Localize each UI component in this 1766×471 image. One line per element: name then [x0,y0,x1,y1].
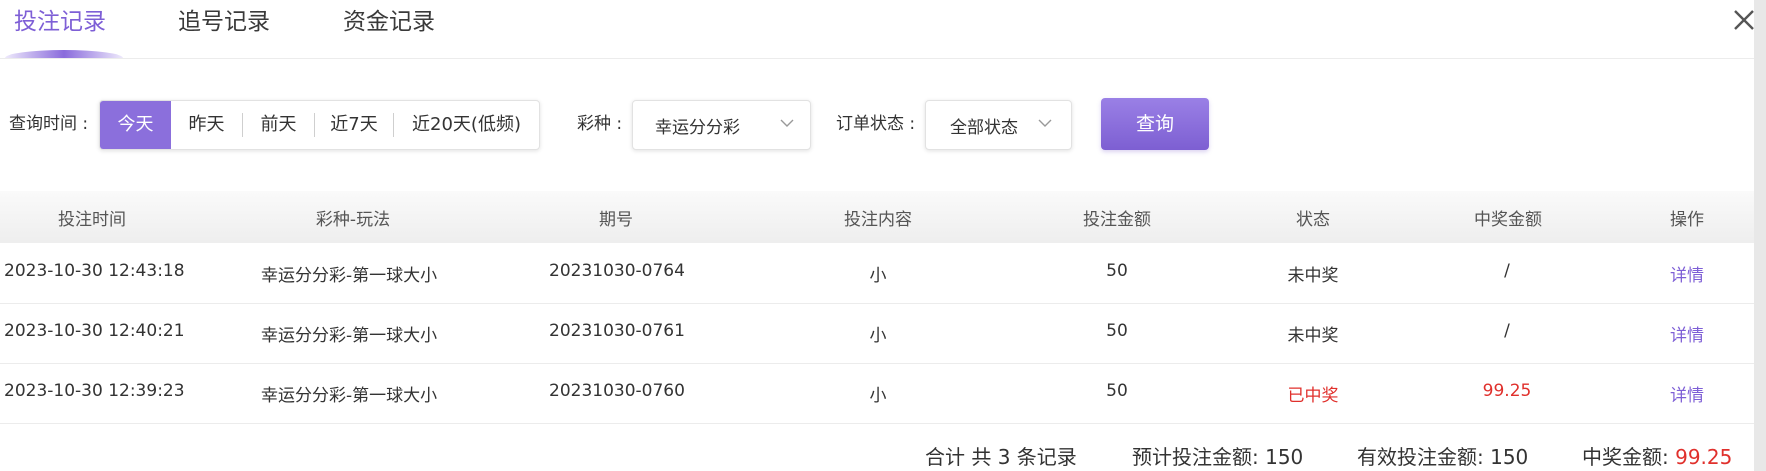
tab-fund-records[interactable]: 资金记录 [343,2,435,42]
details-link[interactable]: 详情 [1670,261,1704,286]
tab-bet-records[interactable]: 投注记录 [14,2,106,42]
issue-number: 20231030-0761 [549,321,685,341]
bet-records-dialog: 投注记录 追号记录 资金记录 查询时间 : 今天 昨天 前天 近7天 近20天(… [0,0,1766,471]
valid-bet-label: 有效投注金额: [1357,445,1491,469]
bet-amount: 50 [1106,321,1128,341]
record-count: 合计 共 3 条记录 [925,445,1077,469]
prize-amount: / [1504,261,1510,281]
valid-bet-value: 150 [1490,445,1529,469]
valid-bet-total: 有效投注金额: 150 [1357,441,1528,470]
date-option-7-days[interactable]: 近7天 [315,101,393,149]
details-link[interactable]: 详情 [1670,381,1704,406]
date-option-20-days[interactable]: 近20天(低频) [394,101,539,149]
lottery-select[interactable]: 幸运分分彩 [632,100,811,150]
prize-total-value: 99.25 [1675,445,1733,469]
table-row: 2023-10-30 12:43:18 幸运分分彩-第一球大小 20231030… [0,243,1754,304]
issue-number: 20231030-0764 [549,261,685,281]
lottery-play: 幸运分分彩-第一球大小 [261,266,438,286]
order-status-select[interactable]: 全部状态 [925,100,1072,150]
bet-amount: 50 [1106,381,1128,401]
expected-bet-value: 150 [1265,445,1304,469]
chevron-down-icon [780,119,794,127]
bet-amount: 50 [1106,261,1128,281]
table-header: 投注时间 彩种-玩法 期号 投注内容 投注金额 状态 中奖金额 操作 [0,191,1754,243]
expected-bet-total: 预计投注金额: 150 [1132,441,1303,470]
column-header: 彩种-玩法 [315,210,391,230]
bet-time: 2023-10-30 12:39:23 [4,381,185,401]
lottery-play: 幸运分分彩-第一球大小 [261,386,438,406]
bet-status: 未中奖 [1287,266,1339,286]
bet-content: 小 [869,326,887,346]
order-status-label: 订单状态 : [836,114,916,134]
issue-number: 20231030-0760 [549,381,685,401]
active-tab-indicator [5,50,123,58]
lottery-select-value: 幸运分分彩 [655,118,740,138]
column-header: 投注金额 [1083,210,1151,230]
date-option-yesterday[interactable]: 昨天 [171,101,242,149]
column-header: 中奖金额 [1474,210,1542,230]
order-status-value: 全部状态 [950,118,1018,138]
table-row: 2023-10-30 12:39:23 幸运分分彩-第一球大小 20231030… [0,363,1754,424]
details-link[interactable]: 详情 [1670,321,1704,346]
tab-bar: 投注记录 追号记录 资金记录 [0,0,1766,59]
expected-bet-label: 预计投注金额: [1132,445,1266,469]
bet-time: 2023-10-30 12:43:18 [4,261,185,281]
date-option-day-before[interactable]: 前天 [243,101,314,149]
column-header: 期号 [599,210,633,230]
bet-status: 已中奖 [1287,386,1339,406]
prize-total-label: 中奖金额: [1582,445,1676,469]
chevron-down-icon [1038,119,1052,127]
date-range-group: 今天 昨天 前天 近7天 近20天(低频) [99,100,540,150]
prize-total: 中奖金额: 99.25 [1582,441,1732,470]
prize-amount: / [1504,321,1510,341]
bet-time: 2023-10-30 12:40:21 [4,321,185,341]
bet-status: 未中奖 [1287,326,1339,346]
lottery-play: 幸运分分彩-第一球大小 [261,326,438,346]
date-option-today[interactable]: 今天 [100,101,171,149]
lottery-filter-label: 彩种 : [577,114,623,134]
time-filter-label: 查询时间 : [9,114,89,134]
tab-chase-records[interactable]: 追号记录 [178,2,270,42]
column-header: 投注内容 [844,210,912,230]
query-button[interactable]: 查询 [1101,98,1209,150]
column-header: 状态 [1296,210,1330,230]
column-header: 投注时间 [58,210,126,230]
bet-content: 小 [869,386,887,406]
column-header: 操作 [1670,210,1704,230]
table-row: 2023-10-30 12:40:21 幸运分分彩-第一球大小 20231030… [0,303,1754,364]
bet-content: 小 [869,266,887,286]
scrollbar-track[interactable] [1754,0,1766,471]
prize-amount: 99.25 [1482,381,1532,401]
